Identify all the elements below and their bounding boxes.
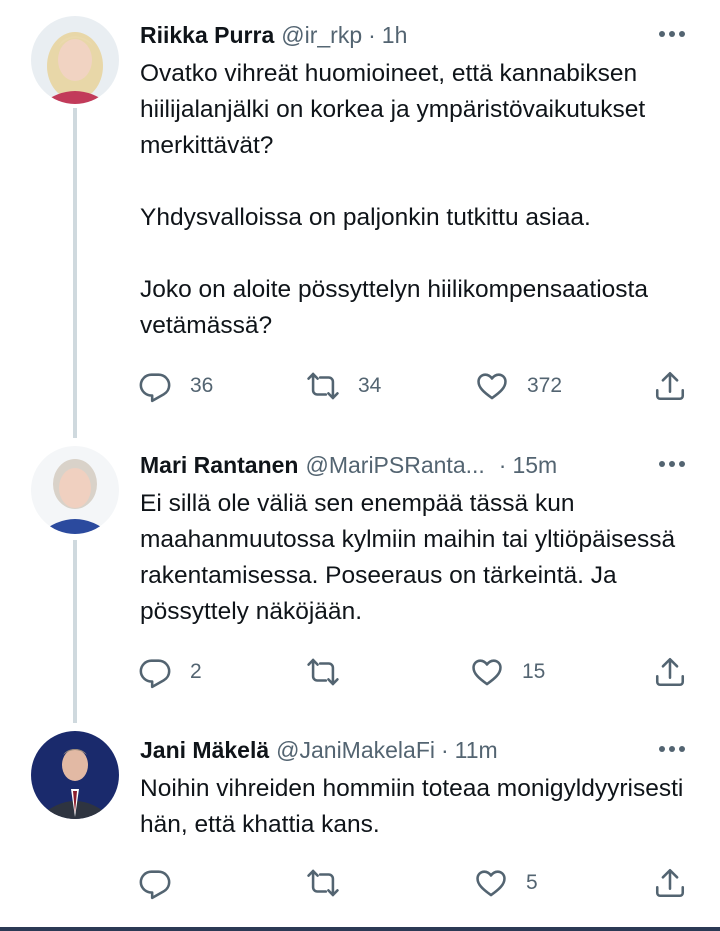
tweet-header: Jani Mäkelä @JaniMakelaFi · 11m	[140, 733, 620, 767]
retweet-icon	[307, 658, 339, 686]
reply-button[interactable]	[138, 865, 190, 901]
tweet-paragraph: Joko on aloite pössyttelyn hiilikompensa…	[140, 276, 648, 339]
avatar-image	[31, 446, 119, 534]
retweet-icon	[307, 869, 339, 897]
tweet-text: Ovatko vihreät huomioineet, että kannabi…	[140, 56, 700, 344]
separator-dot: ·	[440, 736, 449, 763]
share-button[interactable]	[653, 654, 687, 690]
reply-button[interactable]: 2	[138, 654, 202, 690]
separator-dot: ·	[498, 451, 507, 478]
reply-icon	[139, 659, 171, 689]
reply-button[interactable]: 36	[138, 368, 213, 404]
avatar[interactable]	[31, 446, 119, 534]
heart-icon	[476, 870, 506, 897]
author-handle[interactable]: @JaniMakelaFi	[276, 737, 435, 764]
like-count: 372	[527, 374, 563, 397]
share-button[interactable]	[653, 368, 687, 404]
share-icon	[655, 371, 685, 401]
author-handle[interactable]: @MariPSRanta...	[305, 452, 484, 479]
like-button[interactable]: 5	[474, 865, 538, 901]
retweet-count: 34	[358, 374, 382, 397]
retweet-icon	[307, 372, 339, 400]
reply-count: 36	[190, 374, 214, 397]
avatar[interactable]	[31, 731, 119, 819]
reply-icon	[139, 870, 171, 900]
tweet-paragraph: Noihin vihreiden hommiin toteaa monigyld…	[140, 775, 684, 838]
more-icon	[659, 461, 685, 467]
author-name[interactable]: Jani Mäkelä	[140, 737, 269, 764]
more-options-button[interactable]	[650, 734, 694, 764]
more-icon	[659, 31, 685, 37]
heart-icon	[472, 659, 502, 686]
tweet-text: Noihin vihreiden hommiin toteaa monigyld…	[140, 771, 700, 843]
tweet-header: Riikka Purra @ir_rkp · 1h	[140, 18, 620, 52]
more-options-button[interactable]	[650, 449, 694, 479]
author-handle[interactable]: @ir_rkp	[281, 22, 362, 49]
reply-icon	[139, 373, 171, 403]
tweet-paragraph: Ei sillä ole väliä sen enempää tässä kun…	[140, 490, 676, 625]
action-bar: 36 34 372	[0, 368, 720, 404]
timestamp[interactable]: 11m	[455, 737, 498, 764]
heart-icon	[477, 373, 507, 400]
retweet-button[interactable]	[306, 865, 358, 901]
avatar-image	[31, 16, 119, 104]
retweet-button[interactable]	[306, 654, 358, 690]
tweet-paragraph: Ovatko vihreät huomioineet, että kannabi…	[140, 60, 646, 159]
separator-dot: ·	[368, 21, 376, 48]
more-options-button[interactable]	[650, 19, 694, 49]
author-name[interactable]: Riikka Purra	[140, 22, 274, 49]
tweet[interactable]: Mari Rantanen @MariPSRanta... · 15m Ei s…	[0, 430, 720, 720]
tweet-text: Ei sillä ole väliä sen enempää tässä kun…	[140, 486, 700, 630]
share-button[interactable]	[653, 865, 687, 901]
timestamp[interactable]: 15m	[512, 452, 557, 479]
like-count: 5	[526, 871, 538, 894]
share-icon	[655, 657, 685, 687]
like-button[interactable]: 15	[470, 654, 545, 690]
action-bar: 5	[0, 865, 720, 901]
share-icon	[655, 868, 685, 898]
timestamp[interactable]: 1h	[382, 22, 408, 49]
tweet[interactable]: Jani Mäkelä @JaniMakelaFi · 11m Noihin v…	[0, 715, 720, 925]
bottom-bar	[0, 927, 720, 931]
tweet-header: Mari Rantanen @MariPSRanta... · 15m	[140, 448, 620, 482]
reply-count: 2	[190, 660, 202, 683]
more-icon	[659, 746, 685, 752]
retweet-button[interactable]: 34	[306, 368, 381, 404]
avatar[interactable]	[31, 16, 119, 104]
avatar-image	[31, 731, 119, 819]
tweet-paragraph: Yhdysvalloissa on paljonkin tutkittu asi…	[140, 204, 591, 231]
like-button[interactable]: 372	[475, 368, 562, 404]
tweet[interactable]: Riikka Purra @ir_rkp · 1h Ovatko vihreät…	[0, 0, 720, 430]
like-count: 15	[522, 660, 546, 683]
author-name[interactable]: Mari Rantanen	[140, 452, 298, 479]
action-bar: 2 15	[0, 654, 720, 690]
